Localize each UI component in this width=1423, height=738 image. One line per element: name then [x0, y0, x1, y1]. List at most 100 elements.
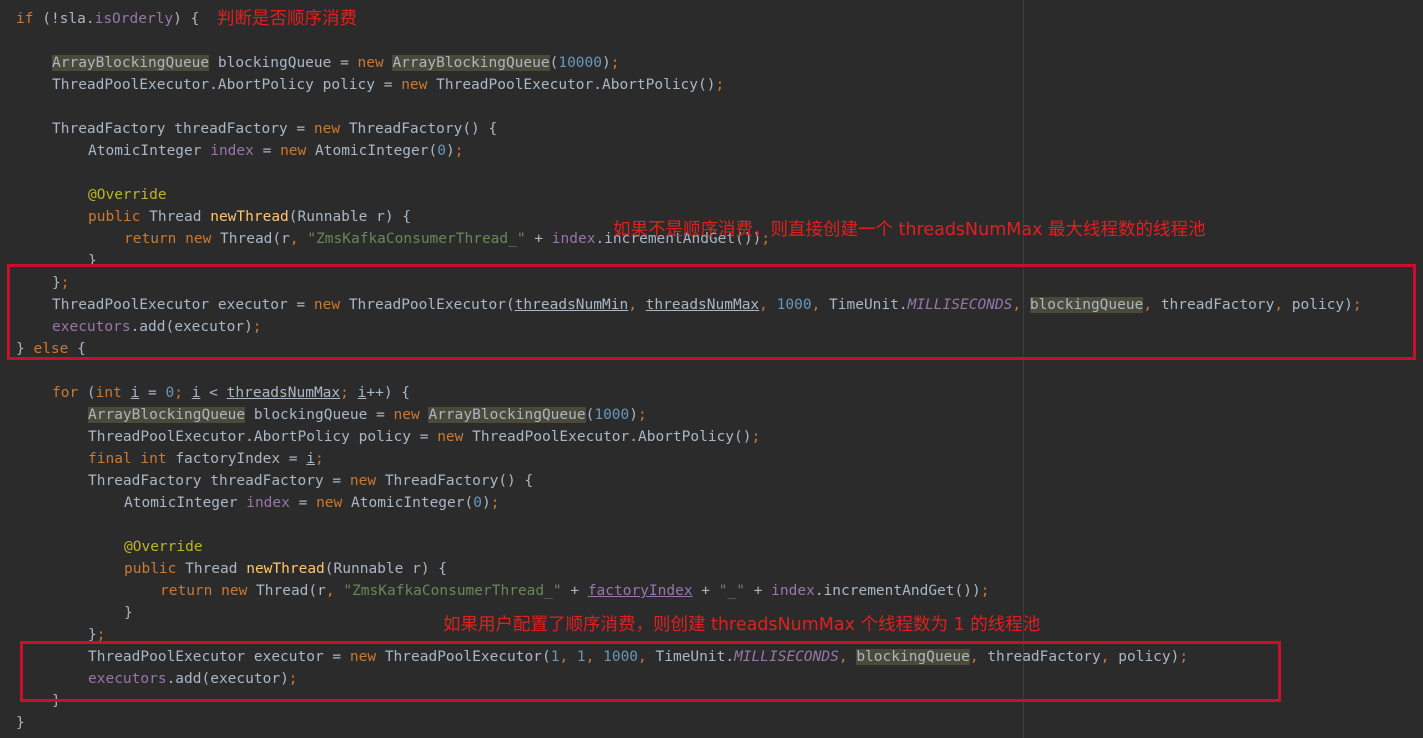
code-token: blockingQueue = — [209, 55, 358, 71]
code-line[interactable]: ArrayBlockingQueue blockingQueue = new A… — [88, 404, 647, 426]
code-token: return new — [160, 583, 257, 599]
code-line[interactable]: ArrayBlockingQueue blockingQueue = new A… — [52, 52, 619, 74]
code-token: 0 — [437, 143, 446, 159]
code-line[interactable]: return new Thread(r, "ZmsKafkaConsumerTh… — [160, 580, 989, 602]
code-token: 1000 — [594, 407, 630, 423]
code-token: ; — [638, 407, 647, 423]
code-line[interactable]: @Override — [124, 536, 203, 558]
code-token: AtomicInteger( — [315, 143, 438, 159]
code-token: ; — [715, 77, 725, 93]
code-token: new — [437, 429, 473, 445]
code-token: new — [401, 77, 437, 93]
code-token: ArrayBlockingQueue — [392, 55, 550, 71]
code-token: return new — [124, 231, 221, 247]
code-token: factoryIndex — [587, 583, 693, 599]
code-token: ThreadFactory() { — [384, 473, 534, 489]
code-token: ( — [86, 385, 96, 401]
code-token: ThreadPoolExecutor.AbortPolicy() — [472, 429, 752, 445]
code-token: public — [124, 561, 186, 577]
code-token: isOrderly — [94, 11, 174, 27]
code-token: ) — [481, 495, 491, 511]
code-token: public — [88, 209, 150, 225]
code-token: AtomicInteger( — [351, 495, 474, 511]
code-line[interactable]: AtomicInteger index = new AtomicInteger(… — [124, 492, 499, 514]
code-line[interactable]: public Thread newThread(Runnable r) { — [88, 206, 411, 228]
code-token: = — [289, 495, 317, 511]
code-token: , — [325, 583, 344, 599]
code-token: i — [306, 451, 315, 467]
code-token: 0 — [473, 495, 482, 511]
code-token: ; — [340, 385, 358, 401]
code-token: ; — [610, 55, 620, 71]
code-token: new — [280, 143, 315, 159]
code-line[interactable]: ThreadFactory threadFactory = new Thread… — [52, 118, 497, 140]
code-token: + — [744, 583, 772, 599]
code-token: new — [357, 55, 393, 71]
code-token: ; — [454, 143, 464, 159]
code-token: } — [124, 605, 133, 621]
code-token: AtomicInteger — [88, 143, 211, 159]
code-token: ThreadFactory threadFactory = — [52, 121, 314, 137]
code-token: ; — [174, 385, 192, 401]
code-token: if — [16, 11, 34, 27]
code-token: < — [200, 385, 227, 401]
code-token: ) — [445, 143, 455, 159]
code-token: Thread(r — [256, 583, 326, 599]
code-token: ThreadFactory() { — [348, 121, 498, 137]
code-line[interactable]: AtomicInteger index = new AtomicInteger(… — [88, 140, 463, 162]
code-token: factoryIndex = — [175, 451, 307, 467]
code-token: ; — [751, 429, 761, 445]
code-token: ArrayBlockingQueue — [428, 407, 586, 423]
highlight-box-orderly — [20, 641, 1281, 702]
annotation-orderly-check: 判断是否顺序消费 — [217, 9, 357, 29]
code-token: = — [253, 143, 281, 159]
code-token: index — [771, 583, 815, 599]
code-line[interactable]: } — [16, 712, 25, 734]
code-token: !sla. — [50, 11, 95, 27]
code-token: ) { — [173, 11, 200, 27]
annotation-orderly: 如果用户配置了顺序消费，则创建 threadsNumMax 个线程数为 1 的线… — [443, 615, 1041, 635]
code-token: ArrayBlockingQueue — [52, 55, 210, 71]
code-token: Thread(r — [220, 231, 290, 247]
code-token: threadsNumMax — [226, 385, 341, 401]
code-token: for — [52, 385, 87, 401]
code-token: 0 — [165, 385, 175, 401]
code-token: (Runnable r) { — [288, 209, 412, 225]
code-token: "ZmsKafkaConsumerThread_" — [343, 583, 562, 599]
code-line[interactable]: } — [124, 602, 133, 624]
code-token: Thread — [149, 209, 211, 225]
code-line[interactable]: @Override — [88, 184, 167, 206]
code-line[interactable]: ThreadFactory threadFactory = new Thread… — [88, 470, 533, 492]
code-editor[interactable]: if (!sla.isOrderly) {ArrayBlockingQueue … — [0, 0, 1423, 738]
code-token: newThread — [210, 209, 289, 225]
code-token: (Runnable r) { — [324, 561, 448, 577]
code-token: ThreadPoolExecutor.AbortPolicy policy = — [88, 429, 438, 445]
code-token: + — [525, 231, 552, 247]
code-token: ) — [629, 407, 638, 423]
code-token: new — [349, 473, 385, 489]
code-line[interactable]: ThreadPoolExecutor.AbortPolicy policy = … — [52, 74, 724, 96]
code-token: ; — [315, 451, 324, 467]
highlight-box-not-orderly — [7, 264, 1416, 360]
code-token: } — [16, 715, 25, 731]
code-line[interactable]: final int factoryIndex = i; — [88, 448, 324, 470]
code-token: ThreadFactory threadFactory = — [88, 473, 350, 489]
code-token: new — [313, 121, 349, 137]
code-token: = — [139, 385, 166, 401]
code-line[interactable]: if (!sla.isOrderly) { — [16, 8, 199, 30]
code-token: ThreadPoolExecutor.AbortPolicy policy = — [52, 77, 402, 93]
code-token: ; — [980, 583, 990, 599]
code-line[interactable]: public Thread newThread(Runnable r) { — [124, 558, 447, 580]
code-token: new — [316, 495, 351, 511]
code-token: new — [393, 407, 429, 423]
code-token: ) — [602, 55, 611, 71]
code-line[interactable]: ThreadPoolExecutor.AbortPolicy policy = … — [88, 426, 760, 448]
code-token: + — [692, 583, 719, 599]
code-token: index — [551, 231, 596, 247]
code-token: ++) { — [366, 385, 411, 401]
code-token: int — [95, 385, 131, 401]
code-token: + — [561, 583, 588, 599]
code-token: @Override — [124, 539, 203, 555]
code-line[interactable]: for (int i = 0; i < threadsNumMax; i++) … — [52, 382, 410, 404]
code-token: ( — [33, 11, 51, 27]
